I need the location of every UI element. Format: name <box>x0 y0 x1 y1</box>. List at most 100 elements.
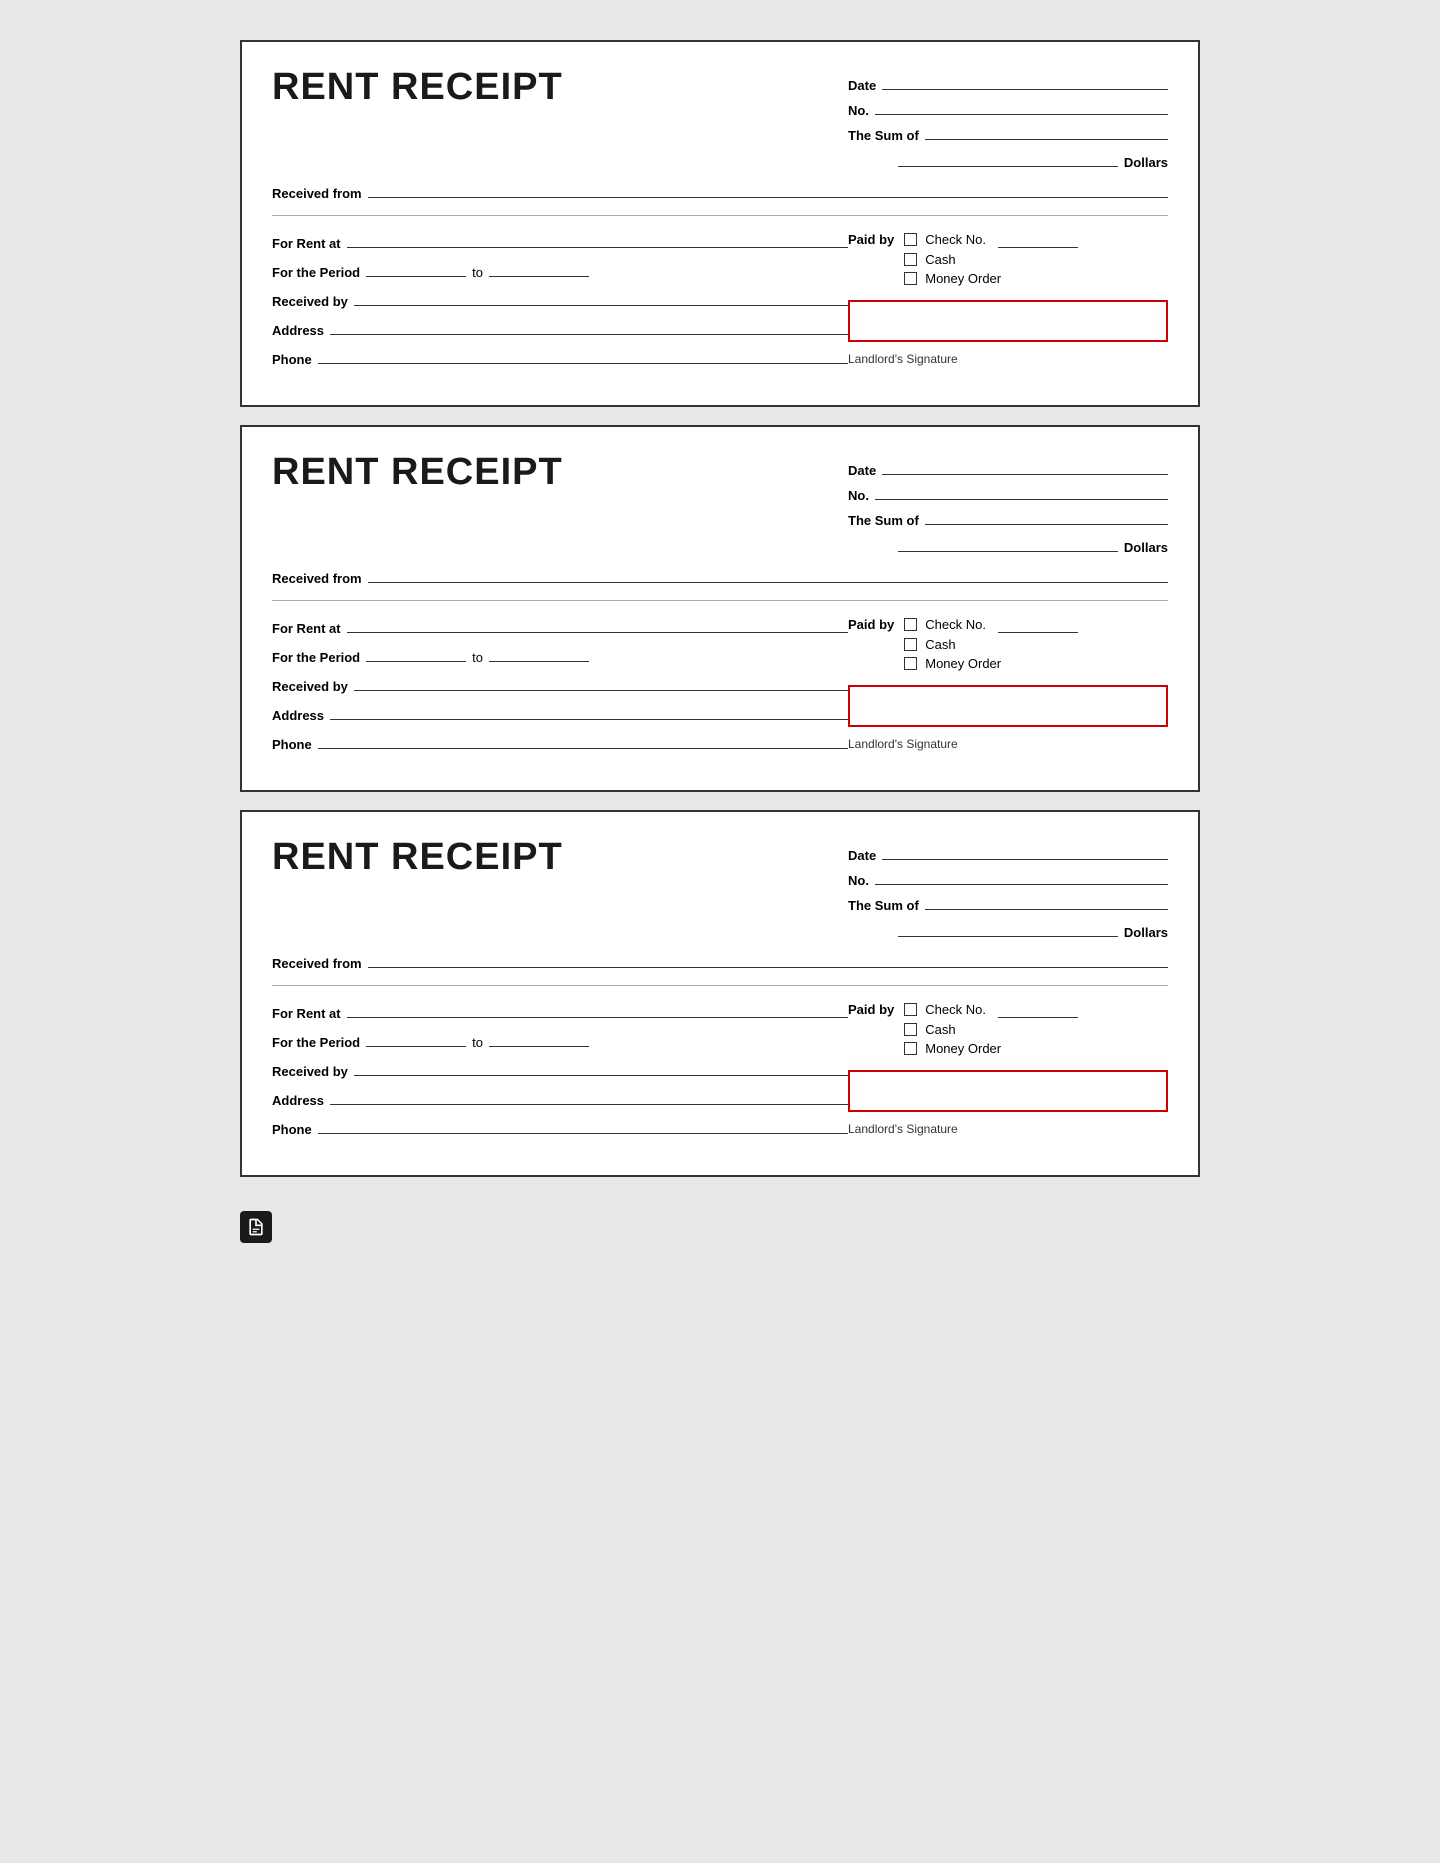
received-by-label-2: Received by <box>272 679 348 694</box>
divider-3 <box>272 985 1168 986</box>
cash-checkbox-2[interactable] <box>904 638 917 651</box>
phone-label-1: Phone <box>272 352 312 367</box>
received-from-label-1: Received from <box>272 186 362 201</box>
signature-label-3: Landlord's Signature <box>848 1122 1168 1136</box>
address-row-2: Address <box>272 702 848 723</box>
period-label-3: For the Period <box>272 1035 360 1050</box>
for-rent-line-1[interactable] <box>347 230 848 248</box>
period-from-line-3[interactable] <box>366 1029 466 1047</box>
received-by-line-1[interactable] <box>354 288 848 306</box>
date-line-1[interactable] <box>882 72 1168 90</box>
signature-box-2[interactable] <box>848 685 1168 727</box>
period-to-line-1[interactable] <box>489 259 589 277</box>
period-row-3: For the Period to <box>272 1029 848 1050</box>
date-line-2[interactable] <box>882 457 1168 475</box>
check-no-line-3[interactable] <box>998 1000 1078 1018</box>
dollars-label-2: Dollars <box>1124 540 1168 555</box>
sum-line-2[interactable] <box>925 507 1168 525</box>
receipt-title-2: RENT RECEIPT <box>272 451 563 494</box>
dollars-line-1[interactable] <box>898 149 1118 167</box>
check-no-line-1[interactable] <box>998 230 1078 248</box>
to-label-3: to <box>472 1035 483 1050</box>
address-line-1[interactable] <box>330 317 848 335</box>
for-rent-line-2[interactable] <box>347 615 848 633</box>
receipt-top-right-3: Date No. The Sum of Dollars <box>848 836 1168 940</box>
received-from-line-3[interactable] <box>368 950 1168 968</box>
period-from-line-2[interactable] <box>366 644 466 662</box>
address-label-3: Address <box>272 1093 324 1108</box>
payment-options-2: Check No. Cash Money Order <box>904 615 1078 671</box>
phone-line-3[interactable] <box>318 1116 848 1134</box>
sum-label-1: The Sum of <box>848 128 919 143</box>
for-rent-line-3[interactable] <box>347 1000 848 1018</box>
date-line-3[interactable] <box>882 842 1168 860</box>
received-from-row-1: Received from <box>272 180 1168 201</box>
dollars-line-2[interactable] <box>898 534 1118 552</box>
period-to-line-3[interactable] <box>489 1029 589 1047</box>
dollars-line-3[interactable] <box>898 919 1118 937</box>
no-line-3[interactable] <box>875 867 1168 885</box>
check-checkbox-1[interactable] <box>904 233 917 246</box>
phone-line-2[interactable] <box>318 731 848 749</box>
receipt-top-3: RENT RECEIPT Date No. The Sum of Dollars <box>272 836 1168 940</box>
dollars-row-1: Dollars <box>848 149 1168 170</box>
received-from-row-2: Received from <box>272 565 1168 586</box>
no-line-1[interactable] <box>875 97 1168 115</box>
money-order-checkbox-2[interactable] <box>904 657 917 670</box>
date-row-3: Date <box>848 842 1168 863</box>
received-from-row-3: Received from <box>272 950 1168 971</box>
address-line-2[interactable] <box>330 702 848 720</box>
received-by-line-2[interactable] <box>354 673 848 691</box>
money-order-checkbox-3[interactable] <box>904 1042 917 1055</box>
for-rent-row-3: For Rent at <box>272 1000 848 1021</box>
cash-checkbox-3[interactable] <box>904 1023 917 1036</box>
paid-by-row-2: Paid by Check No. Cash <box>848 615 1168 671</box>
document-icon[interactable] <box>240 1211 272 1243</box>
no-row-3: No. <box>848 867 1168 888</box>
received-from-line-1[interactable] <box>368 180 1168 198</box>
address-line-3[interactable] <box>330 1087 848 1105</box>
address-row-3: Address <box>272 1087 848 1108</box>
period-label-2: For the Period <box>272 650 360 665</box>
paid-by-label-1: Paid by <box>848 230 894 247</box>
paid-by-label-3: Paid by <box>848 1000 894 1017</box>
received-by-row-3: Received by <box>272 1058 848 1079</box>
check-no-text-3: Check No. <box>925 1002 986 1017</box>
money-order-option-1: Money Order <box>904 271 1078 286</box>
phone-line-1[interactable] <box>318 346 848 364</box>
period-to-line-2[interactable] <box>489 644 589 662</box>
phone-row-3: Phone <box>272 1116 848 1137</box>
receipt-top-1: RENT RECEIPT Date No. The Sum of Dollars <box>272 66 1168 170</box>
date-label-3: Date <box>848 848 876 863</box>
money-order-option-2: Money Order <box>904 656 1078 671</box>
signature-box-3[interactable] <box>848 1070 1168 1112</box>
period-from-line-1[interactable] <box>366 259 466 277</box>
dollars-row-2: Dollars <box>848 534 1168 555</box>
no-line-2[interactable] <box>875 482 1168 500</box>
received-by-row-1: Received by <box>272 288 848 309</box>
to-label-1: to <box>472 265 483 280</box>
money-order-text-2: Money Order <box>925 656 1001 671</box>
for-rent-label-2: For Rent at <box>272 621 341 636</box>
sum-line-3[interactable] <box>925 892 1168 910</box>
address-label-1: Address <box>272 323 324 338</box>
check-option-3: Check No. <box>904 1000 1078 1018</box>
left-fields-3: For Rent at For the Period to Received b… <box>272 1000 848 1137</box>
check-checkbox-3[interactable] <box>904 1003 917 1016</box>
cash-checkbox-1[interactable] <box>904 253 917 266</box>
received-by-line-3[interactable] <box>354 1058 848 1076</box>
money-order-checkbox-1[interactable] <box>904 272 917 285</box>
received-from-line-2[interactable] <box>368 565 1168 583</box>
sum-line-1[interactable] <box>925 122 1168 140</box>
cash-option-1: Cash <box>904 252 1078 267</box>
right-section-1: Paid by Check No. Cash <box>848 230 1168 366</box>
check-no-line-2[interactable] <box>998 615 1078 633</box>
period-label-1: For the Period <box>272 265 360 280</box>
payment-options-1: Check No. Cash Money Order <box>904 230 1078 286</box>
cash-text-3: Cash <box>925 1022 955 1037</box>
signature-box-1[interactable] <box>848 300 1168 342</box>
for-rent-row-2: For Rent at <box>272 615 848 636</box>
check-checkbox-2[interactable] <box>904 618 917 631</box>
cash-option-2: Cash <box>904 637 1078 652</box>
receipt-card-2: RENT RECEIPT Date No. The Sum of Dollars <box>240 425 1200 792</box>
